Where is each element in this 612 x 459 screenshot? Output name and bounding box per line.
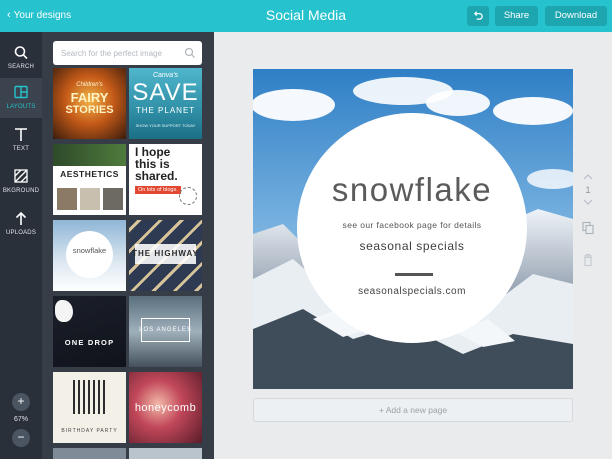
top-bar: ‹ Your designs Social Media Share Downloa… [0, 0, 612, 32]
zoom-level: 67% [13, 416, 28, 423]
template-text: honeycomb [134, 402, 197, 414]
design-page[interactable]: snowflake see our facebook page for deta… [253, 69, 573, 389]
upload-icon [15, 211, 27, 225]
template-search-input[interactable] [61, 45, 179, 61]
plus-icon: + [17, 394, 25, 408]
rail-item-uploads[interactable]: UPLOADS [0, 204, 42, 244]
share-button[interactable]: Share [495, 6, 538, 26]
template-text: THE HIGHWAY [132, 249, 199, 258]
rail-item-layouts[interactable]: LAYOUTS [0, 78, 42, 118]
template-aesthetics[interactable]: AESTHETICS [53, 144, 126, 215]
layouts-icon [14, 85, 28, 99]
rail-label-text: TEXT [12, 146, 30, 152]
search-icon [14, 46, 28, 60]
template-text: ONE DROP [64, 338, 115, 347]
text-icon [15, 128, 27, 141]
rail-item-text[interactable]: TEXT [0, 120, 42, 160]
design-url[interactable]: seasonalspecials.com [297, 286, 527, 297]
design-subtitle[interactable]: see our facebook page for details [297, 220, 527, 230]
template-text: I hope this is shared. [129, 146, 202, 182]
trash-icon[interactable] [580, 253, 596, 267]
text-circle[interactable]: snowflake see our facebook page for deta… [297, 113, 527, 343]
minus-icon: − [17, 430, 25, 444]
template-text: LOS ANGELES [139, 327, 192, 333]
template-the-highway[interactable]: THE HIGHWAY [129, 220, 202, 291]
chevron-up-icon[interactable] [580, 172, 596, 182]
template-text: STORIES [65, 104, 114, 116]
template-text: FAIRY [70, 90, 109, 105]
template-partial[interactable] [53, 448, 126, 459]
template-photo [57, 188, 77, 210]
design-tagline[interactable]: seasonal specials [297, 239, 527, 253]
template-text: On lots of blogs. [135, 186, 181, 194]
template-photo [80, 188, 100, 210]
template-birthday-party[interactable]: BIRTHDAY PARTY [53, 372, 126, 443]
template-los-angeles[interactable]: LOS ANGELES [129, 296, 202, 367]
undo-icon [473, 11, 483, 20]
template-i-hope-this-is-shared[interactable]: I hope this is shared. On lots of blogs. [129, 144, 202, 215]
undo-button[interactable] [467, 6, 489, 26]
page-number: 1 [585, 185, 591, 195]
template-straws [73, 380, 107, 414]
template-text: Children's [76, 82, 103, 88]
zoom-out-button[interactable]: − [12, 429, 30, 447]
left-rail: SEARCH LAYOUTS TEXT BKGROUND UPLOADS + 6… [0, 32, 42, 459]
rail-label-background: BKGROUND [2, 188, 40, 194]
template-search-box[interactable] [53, 41, 202, 65]
back-link-label: Your designs [13, 10, 72, 21]
template-photo [53, 144, 126, 166]
layouts-panel: Children's FAIRY STORIES Canva's SAVE TH… [42, 32, 214, 459]
search-icon[interactable] [184, 47, 196, 59]
template-honeycomb[interactable]: honeycomb [129, 372, 202, 443]
template-snowflake-mini[interactable]: snowflake [53, 220, 126, 291]
chevron-left-icon: ‹ [7, 9, 11, 21]
copy-icon[interactable] [580, 221, 596, 235]
template-save-the-planet[interactable]: Canva's SAVE THE PLANET SHOW YOUR SUPPOR… [129, 68, 202, 139]
rail-label-uploads: UPLOADS [5, 230, 37, 236]
back-to-designs-link[interactable]: ‹ Your designs [7, 9, 71, 21]
template-partial[interactable] [129, 448, 202, 459]
rail-item-search[interactable]: SEARCH [0, 38, 42, 78]
design-divider [395, 273, 433, 276]
background-icon [14, 169, 28, 183]
download-button[interactable]: Download [545, 6, 607, 26]
zoom-in-button[interactable]: + [12, 393, 30, 411]
template-text: BIRTHDAY PARTY [61, 428, 118, 434]
template-splash [55, 300, 73, 322]
template-text-line: shared. [135, 169, 178, 183]
rail-item-background[interactable]: BKGROUND [0, 162, 42, 202]
template-text: THE PLANET [135, 106, 196, 115]
design-stage: snowflake see our facebook page for deta… [214, 32, 612, 459]
template-text: snowflake [72, 246, 107, 255]
template-photo [103, 188, 123, 210]
dandelion-icon [179, 187, 197, 205]
rail-label-search: SEARCH [7, 64, 35, 70]
template-text: AESTHETICS [60, 169, 119, 179]
design-headline[interactable]: snowflake [297, 171, 527, 209]
template-text: SHOW YOUR SUPPORT TODAY [135, 123, 196, 128]
rail-label-layouts: LAYOUTS [6, 104, 36, 110]
template-one-drop[interactable]: ONE DROP [53, 296, 126, 367]
page-tools: 1 [580, 172, 596, 267]
chevron-down-icon[interactable] [580, 197, 596, 207]
template-text: Canva's [152, 72, 179, 79]
template-fairy-stories[interactable]: Children's FAIRY STORIES [53, 68, 126, 139]
template-text: SAVE [132, 79, 199, 106]
add-page-button[interactable]: + Add a new page [253, 398, 573, 422]
